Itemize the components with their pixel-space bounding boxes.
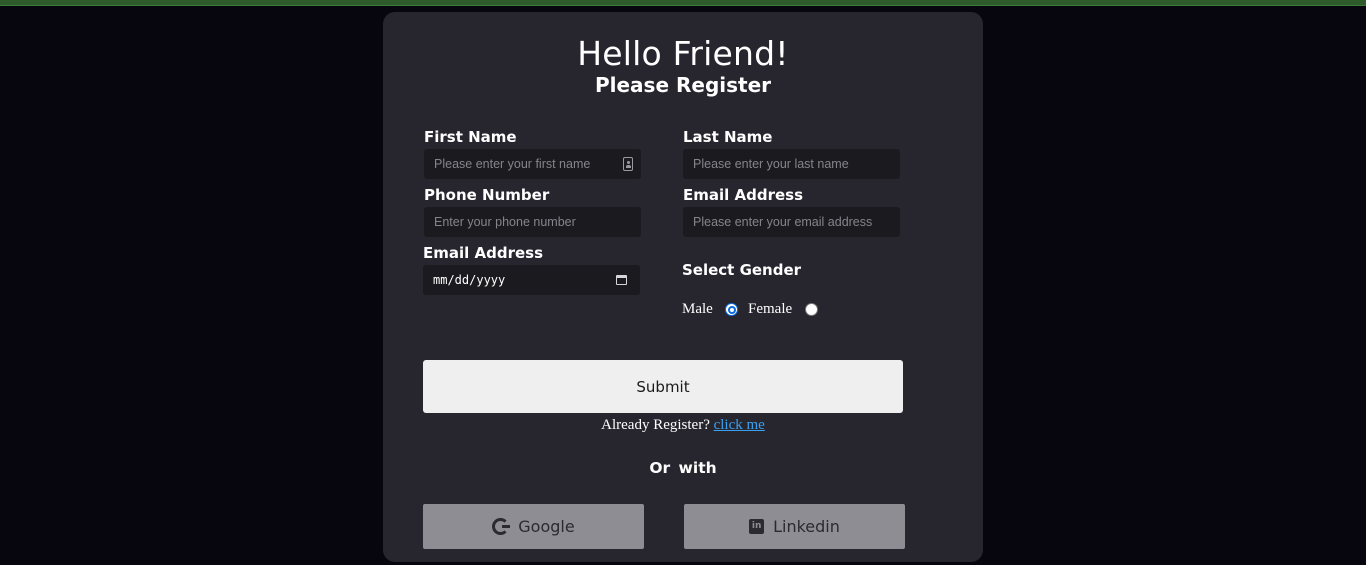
last-name-label: Last Name xyxy=(683,128,773,146)
linkedin-button[interactable]: in Linkedin xyxy=(684,504,905,549)
already-registered-text: Already Register? click me xyxy=(383,417,983,434)
linkedin-button-label: Linkedin xyxy=(773,517,840,536)
calendar-icon[interactable] xyxy=(616,275,627,285)
submit-button[interactable]: Submit xyxy=(423,360,903,413)
last-name-input[interactable] xyxy=(683,149,900,179)
linkedin-icon: in xyxy=(749,519,765,534)
date-label: Email Address xyxy=(423,244,544,262)
phone-label: Phone Number xyxy=(424,186,550,204)
email-input[interactable] xyxy=(683,207,900,237)
email-label: Email Address xyxy=(683,186,804,204)
google-button[interactable]: Google xyxy=(423,504,644,549)
gender-female-radio[interactable] xyxy=(805,303,818,316)
first-name-input[interactable] xyxy=(424,149,641,179)
first-name-label: First Name xyxy=(424,128,517,146)
page-title: Hello Friend! xyxy=(577,34,789,73)
already-registered-label: Already Register? xyxy=(601,417,710,433)
or-with-label: Or with xyxy=(649,459,717,477)
gender-label: Select Gender xyxy=(682,261,802,279)
phone-input[interactable] xyxy=(424,207,641,237)
google-button-label: Google xyxy=(518,517,575,536)
date-input-value: mm/dd/yyyy xyxy=(433,273,506,287)
gender-male-label: Male xyxy=(682,301,713,317)
register-card: Hello Friend! Please Register First Name… xyxy=(383,12,983,562)
top-accent-bar xyxy=(0,0,1366,6)
gender-female-label: Female xyxy=(748,301,793,317)
page-subtitle: Please Register xyxy=(594,73,772,97)
gender-male-radio[interactable] xyxy=(725,303,738,316)
date-input[interactable]: mm/dd/yyyy xyxy=(423,265,640,295)
google-icon xyxy=(492,518,510,535)
contact-card-icon[interactable] xyxy=(623,157,633,171)
login-link[interactable]: click me xyxy=(714,417,765,433)
